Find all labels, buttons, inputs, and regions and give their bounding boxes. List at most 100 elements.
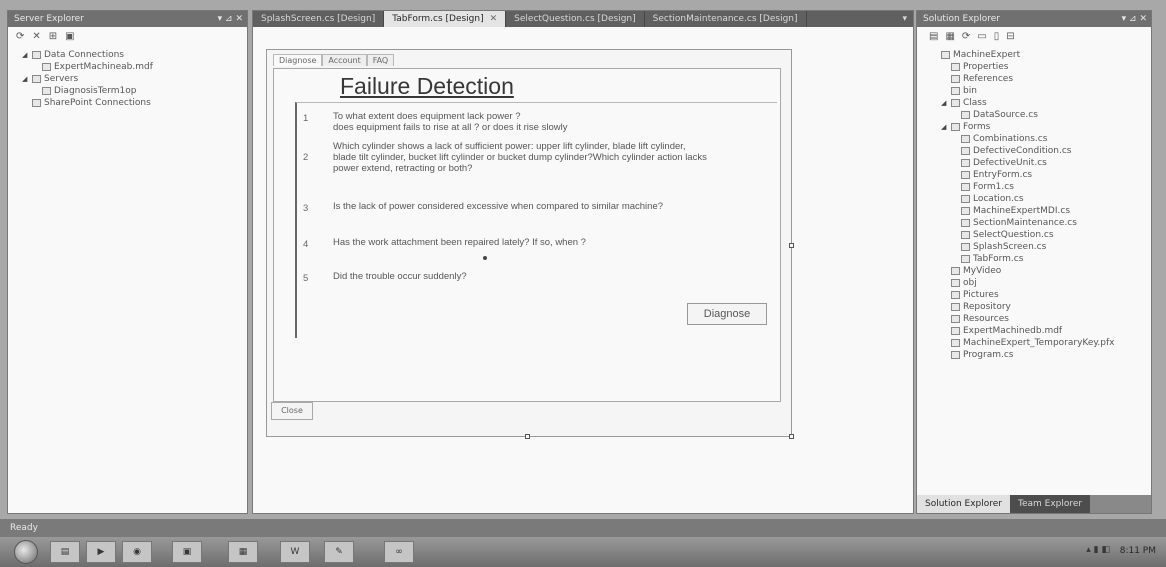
browser-taskbar-icon[interactable]: ◉ <box>122 541 152 563</box>
question-text[interactable]: Which cylinder shows a lack of sufficien… <box>333 141 773 174</box>
solution-explorer-node-label: SelectQuestion.cs <box>973 230 1054 240</box>
solution-explorer-node[interactable]: Pictures <box>921 289 1149 301</box>
solution-explorer-node[interactable]: SplashScreen.cs <box>921 241 1149 253</box>
server-explorer-node[interactable]: ExpertMachineab.mdf <box>12 61 245 73</box>
stop-icon[interactable]: ✕ <box>32 31 40 45</box>
solution-explorer-node[interactable]: DataSource.cs <box>921 109 1149 121</box>
folder-taskbar-icon[interactable]: ▦ <box>228 541 258 563</box>
collapse-arrow-icon[interactable]: ◢ <box>941 97 951 109</box>
solution-explorer-node[interactable]: Location.cs <box>921 193 1149 205</box>
connect-server-icon[interactable]: ▣ <box>65 31 74 45</box>
document-tab[interactable]: SectionMaintenance.cs [Design] <box>645 11 807 27</box>
solution-explorer-node[interactable]: Program.cs <box>921 349 1149 361</box>
solution-explorer-node-label: SectionMaintenance.cs <box>973 218 1077 228</box>
question-text[interactable]: To what extent does equipment lack power… <box>333 111 773 133</box>
properties-icon[interactable]: ▤ <box>929 31 938 45</box>
file-icon <box>951 338 960 347</box>
solution-explorer-node[interactable]: MyVideo <box>921 265 1149 277</box>
close-button[interactable]: Close <box>271 402 313 420</box>
server-explorer-title: Server Explorer ▾ ⊿ ✕ <box>8 11 247 27</box>
class-diagram-icon[interactable]: ⊟ <box>1006 31 1014 45</box>
document-tab-strip: SplashScreen.cs [Design] TabForm.cs [Desi… <box>253 11 913 27</box>
file-icon <box>961 182 970 191</box>
solution-explorer-node[interactable]: Repository <box>921 301 1149 313</box>
form-tab-diagnose[interactable]: Diagnose <box>273 54 323 66</box>
visual-studio-taskbar-icon[interactable]: ▣ <box>172 541 202 563</box>
view-designer-icon[interactable]: ▯ <box>994 31 1000 45</box>
collapse-arrow-icon[interactable]: ◢ <box>22 73 32 85</box>
solution-explorer-node[interactable]: ◢ Forms <box>921 121 1149 133</box>
solution-explorer-node[interactable]: EntryForm.cs <box>921 169 1149 181</box>
solution-explorer-node[interactable]: SelectQuestion.cs <box>921 229 1149 241</box>
solution-explorer-node[interactable]: ExpertMachinedb.mdf <box>921 325 1149 337</box>
resize-handle-bottom[interactable] <box>525 434 530 439</box>
word-taskbar-icon[interactable]: W <box>280 541 310 563</box>
tab-solution-explorer[interactable]: Solution Explorer <box>917 495 1010 513</box>
solution-explorer-node-label: Program.cs <box>963 350 1014 360</box>
pin-icon[interactable]: ▾ ⊿ ✕ <box>1122 11 1147 27</box>
solution-explorer-node[interactable]: References <box>921 73 1149 85</box>
file-icon <box>961 218 970 227</box>
solution-explorer-node[interactable]: MachineExpert <box>921 49 1149 61</box>
pin-icon[interactable]: ▾ ⊿ ✕ <box>218 11 243 27</box>
solution-explorer-node[interactable]: DefectiveUnit.cs <box>921 157 1149 169</box>
question-number: 2 <box>303 152 309 163</box>
question-number: 1 <box>303 113 309 124</box>
solution-explorer-node[interactable]: TabForm.cs <box>921 253 1149 265</box>
media-player-taskbar-icon[interactable]: ▶ <box>86 541 116 563</box>
solution-explorer-node-label: DataSource.cs <box>973 110 1038 120</box>
explorer-taskbar-icon[interactable]: ▤ <box>50 541 80 563</box>
designer-pane: SplashScreen.cs [Design] TabForm.cs [Desi… <box>252 10 914 514</box>
document-tab[interactable]: TabForm.cs [Design] ✕ <box>384 11 507 27</box>
collapse-arrow-icon[interactable]: ◢ <box>22 49 32 61</box>
diagnose-button[interactable]: Diagnose <box>687 303 767 325</box>
server-explorer-node[interactable]: ◢ Servers <box>12 73 245 85</box>
solution-explorer-node[interactable]: bin <box>921 85 1149 97</box>
file-icon <box>961 146 970 155</box>
resize-handle-corner[interactable] <box>789 434 794 439</box>
solution-explorer-node-label: DefectiveCondition.cs <box>973 146 1072 156</box>
solution-explorer-node[interactable]: Properties <box>921 61 1149 73</box>
document-tab[interactable]: SelectQuestion.cs [Design] <box>506 11 645 27</box>
paint-taskbar-icon[interactable]: ✎ <box>324 541 354 563</box>
solution-explorer-node[interactable]: ◢ Class <box>921 97 1149 109</box>
refresh-icon[interactable]: ⟳ <box>16 31 24 45</box>
collapse-arrow-icon[interactable]: ◢ <box>941 121 951 133</box>
solution-explorer-node[interactable]: DefectiveCondition.cs <box>921 145 1149 157</box>
solution-explorer-node[interactable]: Form1.cs <box>921 181 1149 193</box>
server-explorer-node[interactable]: SharePoint Connections <box>12 97 245 109</box>
server-explorer-node[interactable]: ◢ Data Connections <box>12 49 245 61</box>
question-text[interactable]: Is the lack of power considered excessiv… <box>333 201 773 212</box>
notification-area-icons[interactable]: ▴ ▮ ◧ <box>1086 545 1110 555</box>
solution-explorer-node[interactable]: MachineExpert_TemporaryKey.pfx <box>921 337 1149 349</box>
server-explorer-tree: ◢ Data Connections ExpertMachineab.mdf ◢ Ser… <box>12 49 245 109</box>
solution-explorer-node-label: Forms <box>963 122 991 132</box>
resize-handle-right[interactable] <box>789 243 794 248</box>
solution-explorer-node[interactable]: Resources <box>921 313 1149 325</box>
form-tab-account[interactable]: Account <box>322 54 367 66</box>
form-tab-faq[interactable]: FAQ <box>366 54 395 66</box>
show-all-files-icon[interactable]: ▦ <box>945 31 954 45</box>
app-taskbar-icon[interactable]: ∞ <box>384 541 414 563</box>
solution-explorer-node[interactable]: MachineExpertMDI.cs <box>921 205 1149 217</box>
document-tab[interactable]: SplashScreen.cs [Design] <box>253 11 385 27</box>
tab-team-explorer[interactable]: Team Explorer <box>1010 495 1091 513</box>
view-code-icon[interactable]: ▭ <box>977 31 986 45</box>
file-icon <box>961 194 970 203</box>
file-icon <box>42 86 51 95</box>
solution-explorer-node[interactable]: Combinations.cs <box>921 133 1149 145</box>
solution-explorer-node[interactable]: SectionMaintenance.cs <box>921 217 1149 229</box>
solution-explorer-node-label: bin <box>963 86 977 96</box>
start-button[interactable] <box>14 540 38 564</box>
question-text[interactable]: Has the work attachment been repaired la… <box>333 237 773 248</box>
connect-database-icon[interactable]: ⊞ <box>49 31 57 45</box>
document-tab-label: SplashScreen.cs [Design] <box>261 14 376 24</box>
server-explorer-node[interactable]: DiagnosisTerm1op <box>12 85 245 97</box>
refresh-icon[interactable]: ⟳ <box>962 31 970 45</box>
close-tab-icon[interactable]: ✕ <box>490 14 498 24</box>
solution-explorer-node[interactable]: obj <box>921 277 1149 289</box>
question-text[interactable]: Did the trouble occur suddenly? <box>333 271 773 282</box>
file-icon <box>961 134 970 143</box>
file-icon <box>42 62 51 71</box>
tab-list-arrow-icon[interactable]: ▾ <box>902 11 907 27</box>
